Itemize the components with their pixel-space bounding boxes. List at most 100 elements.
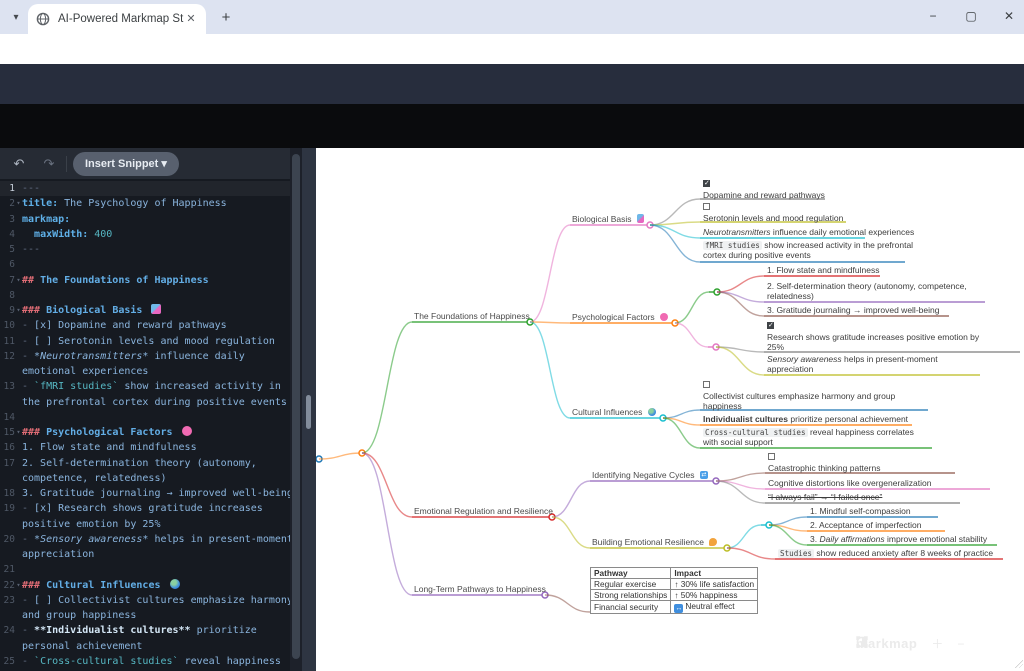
editor-toolbar: ↶ ↷ Insert Snippet ▾ (0, 148, 302, 179)
checkbox-unchecked[interactable] (768, 453, 775, 460)
code-line: 161. Flow state and mindfulness (0, 440, 290, 455)
code-line: 9▾### Biological Basis (0, 303, 290, 318)
code-line: 1--- (0, 181, 290, 196)
insert-snippet-button[interactable]: Insert Snippet ▾ (73, 152, 179, 176)
app-toolbar: File Generate with AI Describe with AI (0, 104, 1024, 148)
browser-toolbar: ← → ↻ ai-toolbox.visual-paradigm.com/app… (0, 34, 1024, 64)
map-node-bld2[interactable]: 2. Acceptance of imperfection (810, 520, 922, 530)
map-node-building[interactable]: Building Emotional Resilience (592, 537, 717, 548)
code-line: 7▾## The Foundations of Happiness (0, 273, 290, 288)
map-node-bio2[interactable]: Serotonin levels and mood regulation (703, 203, 843, 223)
map-node-bld1[interactable]: 1. Mindful self-compassion (810, 506, 911, 516)
table-row: Financial security↔Neutral effect (591, 601, 758, 614)
zoom-out-button[interactable]: − (957, 638, 964, 650)
zoom-in-button[interactable]: ＋ (931, 638, 943, 650)
window-maximize-button[interactable]: ▢ (951, 0, 991, 32)
map-node-cul3[interactable]: Cross-cultural studies reveal happiness … (703, 427, 914, 447)
code-line: 23- [ ] Collectivist cultures emphasize … (0, 593, 290, 608)
markdown-editor-panel: ↶ ↷ Insert Snippet ▾ 1---2▾title: The Ps… (0, 148, 302, 671)
globe-icon (170, 579, 180, 589)
code-line: personal achievement (0, 639, 290, 654)
map-node-foundations[interactable]: The Foundations of Happiness (414, 311, 530, 322)
undo-button[interactable]: ↶ (8, 156, 30, 172)
repeat-icon (700, 471, 708, 479)
muscle-icon (709, 538, 717, 546)
code-line: the prefrontal cortex during positive ev… (0, 395, 290, 410)
map-node-cultural[interactable]: Cultural Influences (572, 407, 656, 418)
map-node-identifying[interactable]: Identifying Negative Cycles (592, 470, 708, 481)
map-node-bio3[interactable]: Neurotransmitters influence daily emotio… (703, 227, 914, 237)
code-line: 183. Gratitude journaling → improved wel… (0, 486, 290, 501)
code-line: 15▾### Psychological Factors (0, 425, 290, 440)
editor-toolbar-separator (66, 156, 67, 172)
code-line: 22▾### Cultural Influences (0, 578, 290, 593)
map-node-psyb1[interactable]: Research shows gratitude increases posit… (767, 322, 979, 352)
table-row: Regular exercise↑ 30% life satisfaction (591, 579, 758, 590)
code-line: 13- `fMRI studies` show increased activi… (0, 379, 290, 394)
code-line: 19- [x] Research shows gratitude increas… (0, 501, 290, 516)
code-line: 2▾title: The Psychology of Happiness (0, 196, 290, 211)
dark-mode-button[interactable] (856, 636, 868, 648)
map-node-neg2[interactable]: Cognitive distortions like overgeneraliz… (768, 478, 931, 488)
map-node-psy2[interactable]: 2. Self-determination theory (autonomy, … (767, 281, 967, 301)
code-line: 14 (0, 410, 290, 425)
brain-icon (660, 313, 668, 321)
tab-close-icon[interactable]: ✕ (184, 12, 198, 26)
code-editor[interactable]: 1---2▾title: The Psychology of Happiness… (0, 181, 290, 671)
code-line: 3markmap: (0, 212, 290, 227)
checkbox-checked[interactable] (767, 322, 774, 329)
checkbox-unchecked[interactable] (703, 381, 710, 388)
code-line: and group happiness (0, 608, 290, 623)
map-node-longterm[interactable]: Long-Term Pathways to Happiness (414, 584, 546, 595)
dna-icon (151, 304, 161, 314)
mindmap-panel[interactable]: The Foundations of Happiness Emotional Re… (316, 148, 1024, 671)
editor-scrollbar (290, 148, 302, 671)
map-node-psyb2[interactable]: Sensory awareness helps in present-momen… (767, 354, 938, 374)
browser-tab[interactable]: AI-Powered Markmap Studio ✕ (28, 4, 206, 34)
map-node-psy3[interactable]: 3. Gratitude journaling → improved well-… (767, 305, 939, 315)
map-node-neg3[interactable]: “I always fail” → “I failed once” (768, 492, 882, 502)
pathways-impact-table[interactable]: PathwayImpactRegular exercise↑ 30% life … (590, 567, 758, 614)
markmap-watermark-toolbar: markmap ＋ − (856, 636, 964, 651)
new-tab-button[interactable]: + (216, 8, 236, 28)
editor-scrollbar-thumb[interactable] (292, 154, 300, 659)
map-node-cul1[interactable]: Collectivist cultures emphasize harmony … (703, 381, 895, 411)
code-line: 24- **Individualist cultures** prioritiz… (0, 623, 290, 638)
map-node-bld3[interactable]: 3. Daily affirmations improve emotional … (810, 534, 987, 544)
map-node-bio4[interactable]: fMRI studies show increased activity in … (703, 240, 913, 260)
map-node-biological[interactable]: Biological Basis (572, 214, 644, 225)
code-line: appreciation (0, 547, 290, 562)
panel-divider (302, 148, 316, 671)
code-line: 20- *Sensory awareness* helps in present… (0, 532, 290, 547)
window-minimize-button[interactable]: − (913, 0, 953, 32)
code-line: 6 (0, 257, 290, 272)
code-line: positive emotion by 25% (0, 517, 290, 532)
code-line: 8 (0, 288, 290, 303)
globe-favicon-icon (36, 12, 50, 26)
resize-grip-icon[interactable] (1015, 660, 1023, 668)
code-line: 11- [ ] Serotonin levels and mood regula… (0, 334, 290, 349)
neutral-arrow-icon: ↔ (674, 604, 683, 613)
tab-search-icon[interactable]: ▾ (8, 10, 24, 26)
table-header: Impact (671, 568, 758, 579)
checkbox-unchecked[interactable] (703, 203, 710, 210)
map-node-psy1[interactable]: 1. Flow state and mindfulness (767, 265, 879, 275)
map-node-neg1[interactable]: Catastrophic thinking patterns (768, 453, 880, 473)
window-close-button[interactable]: ✕ (989, 0, 1024, 32)
browser-window: ▾ AI-Powered Markmap Studio ✕ + − ▢ ✕ ← … (0, 0, 1024, 671)
map-node-psychological[interactable]: Psychological Factors (572, 312, 668, 323)
panel-resize-handle[interactable] (306, 395, 311, 429)
code-line: competence, relatedness) (0, 471, 290, 486)
checkbox-checked[interactable] (703, 180, 710, 187)
map-node-studies[interactable]: Studies show reduced anxiety after 8 wee… (778, 548, 993, 558)
code-line: 25- `Cross-cultural studies` reveal happ… (0, 654, 290, 669)
table-row: Strong relationships↑ 50% happiness (591, 590, 758, 601)
redo-button[interactable]: ↷ (38, 156, 60, 172)
code-line: 172. Self-determination theory (autonomy… (0, 456, 290, 471)
map-node-bio1[interactable]: Dopamine and reward pathways (703, 180, 825, 200)
code-line: 12- *Neurotransmitters* influence daily (0, 349, 290, 364)
map-node-emotional[interactable]: Emotional Regulation and Resilience (414, 506, 553, 517)
map-node-cul2[interactable]: Individualist cultures prioritize person… (703, 414, 908, 424)
mindmap-nodes-layer: The Foundations of Happiness Emotional Re… (316, 148, 1024, 671)
app-header: AI-Powered Markmap Studio Create beautif… (0, 64, 1024, 104)
